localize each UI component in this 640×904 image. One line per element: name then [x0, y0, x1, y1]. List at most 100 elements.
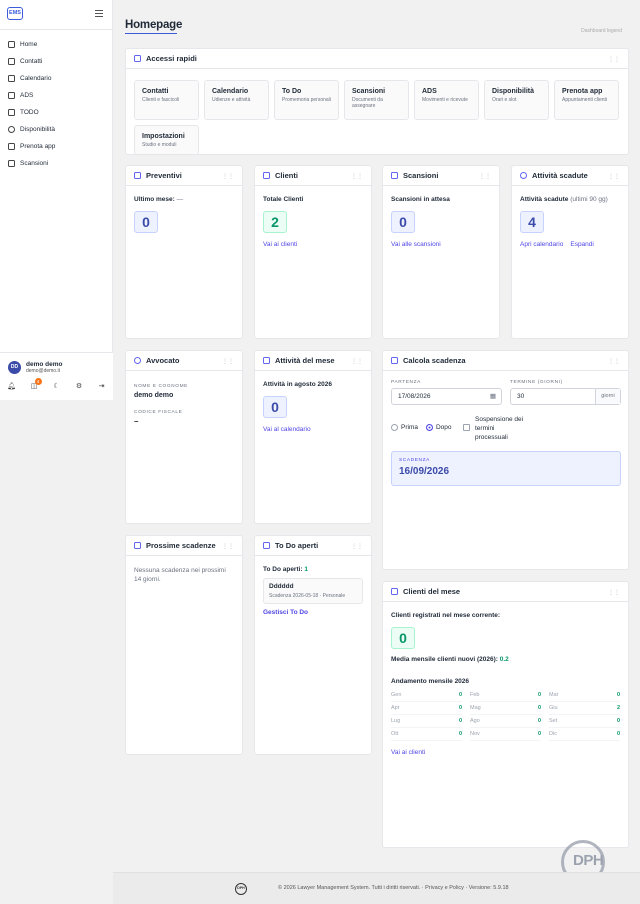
month-row: Set 0 — [549, 715, 620, 728]
apri-calendario-link[interactable]: Apri calendario — [520, 241, 563, 248]
termine-value: 30 — [517, 393, 525, 400]
menu-toggle-icon[interactable] — [95, 10, 103, 17]
quick-access-prenota-app[interactable]: Prenota app Appuntamenti clienti — [554, 80, 619, 120]
card-title: Accessi rapidi — [146, 54, 197, 63]
sidebar-item-scansioni[interactable]: Scansioni — [0, 155, 113, 172]
card-title: To Do aperti — [275, 541, 319, 550]
drag-handle-icon[interactable]: ⋮⋮ — [222, 543, 234, 550]
month-name: Set — [549, 718, 558, 724]
logout-icon[interactable]: ⇥ — [97, 381, 106, 390]
quick-access-todo[interactable]: To Do Promemoria personali — [274, 80, 339, 120]
card-title: Preventivi — [146, 171, 182, 180]
month-row: Ago 0 — [470, 715, 541, 728]
todo-item[interactable]: Dddddd Scadenza 2026-05-18 · Personale — [263, 578, 363, 604]
mail-icon — [8, 58, 15, 65]
sidebar-item-disponibilita[interactable]: Disponibilità — [0, 121, 113, 138]
month-name: Mag — [470, 705, 481, 711]
month-value: 0 — [537, 718, 541, 724]
calcola-scadenza-card: Calcola scadenza ⋮⋮ PARTENZA 17/08/2026 ▦ … — [382, 350, 629, 570]
label-suffix: — — [176, 196, 184, 203]
gear-icon[interactable]: ⚙ — [75, 381, 84, 390]
calendar-icon[interactable]: ▦ — [490, 389, 496, 404]
notifications-icon[interactable]: ◫ 4 — [30, 378, 42, 390]
card-label: Ultimo mese: — — [134, 196, 234, 203]
drag-handle-icon[interactable]: ⋮⋮ — [608, 173, 620, 180]
drag-handle-icon[interactable]: ⋮⋮ — [608, 358, 620, 365]
check-square-icon — [263, 542, 270, 549]
sidebar-item-todo[interactable]: TODO — [0, 104, 113, 121]
drag-handle-icon[interactable]: ⋮⋮ — [222, 358, 234, 365]
scansioni-card: Scansioni ⋮⋮ Scansioni in attesa 0 Vai al… — [382, 165, 500, 339]
quick-access-subtitle: Promemoria personali — [282, 97, 331, 103]
drag-handle-icon[interactable]: ⋮⋮ — [351, 543, 363, 550]
partenza-input[interactable]: 17/08/2026 ▦ — [391, 388, 502, 405]
sidebar-item-home[interactable]: Home — [0, 36, 113, 53]
drag-handle-icon[interactable]: ⋮⋮ — [351, 173, 363, 180]
espandi-link[interactable]: Espandi — [570, 241, 594, 248]
card-title: Attività del mese — [275, 356, 335, 365]
month-row: Mar 0 — [549, 689, 620, 702]
todo-card: To Do aperti ⋮⋮ To Do aperti: 1 Dddddd Sc… — [254, 535, 372, 755]
partenza-label: PARTENZA — [391, 380, 421, 385]
month-row: Gen 0 — [391, 689, 462, 702]
card-header: Accessi rapidi ⋮⋮ — [126, 49, 628, 69]
card-title: Calcola scadenza — [403, 356, 466, 365]
quick-access-title: Impostazioni — [142, 133, 185, 140]
radio-prima[interactable] — [391, 424, 398, 431]
document-icon — [134, 172, 141, 179]
card-title: Clienti del mese — [403, 587, 461, 596]
drag-handle-icon[interactable]: ⋮⋮ — [608, 589, 620, 596]
radio-prima-label: Prima — [401, 424, 418, 431]
vai-ai-clienti-link[interactable]: Vai ai clienti — [263, 241, 297, 248]
drag-handle-icon[interactable]: ⋮⋮ — [608, 56, 620, 63]
sidebar-item-ads[interactable]: ADS — [0, 87, 113, 104]
quick-access-subtitle: Movimenti e ricevute — [422, 97, 468, 103]
quick-access-calendario[interactable]: Calendario Udienze e attività — [204, 80, 269, 120]
bell-icon[interactable]: 🔔︎ — [7, 381, 16, 390]
quick-access-impostazioni[interactable]: Impostazioni Studio e moduli — [134, 125, 199, 155]
month-value: 0 — [458, 705, 462, 711]
sidebar-item-prenota-app[interactable]: Prenota app — [0, 138, 113, 155]
user-toolbar: 🔔︎ ◫ 4 ☾ ⚙ ⇥ — [4, 378, 109, 390]
scadenza-value: 16/09/2026 — [399, 466, 450, 477]
moon-icon[interactable]: ☾ — [52, 381, 61, 390]
label-text: Attività scadute — [520, 196, 569, 203]
month-value: 0 — [616, 718, 620, 724]
attivita-mese-card: Attività del mese ⋮⋮ Attività in agosto 2… — [254, 350, 372, 524]
quick-access-scansioni[interactable]: Scansioni Documenti da assegnare — [344, 80, 409, 120]
calculator-icon — [391, 357, 398, 364]
sidebar-item-contatti[interactable]: Contatti — [0, 53, 113, 70]
radio-dopo[interactable] — [425, 424, 433, 431]
sospensione-checkbox-row: Sospensione dei termini processuali — [463, 415, 528, 442]
quick-access-ads[interactable]: ADS Movimenti e ricevute — [414, 80, 479, 120]
drag-handle-icon[interactable]: ⋮⋮ — [479, 173, 491, 180]
users-icon — [263, 172, 270, 179]
direction-radios: Prima Dopo — [391, 424, 460, 431]
month-name: Apr — [391, 705, 400, 711]
drag-handle-icon[interactable]: ⋮⋮ — [222, 173, 234, 180]
sospensione-checkbox[interactable] — [463, 424, 470, 431]
avatar[interactable]: DD — [8, 361, 21, 374]
user-email: demo@demo.it — [26, 368, 60, 374]
sidebar: EMS Home Contatti Calendario ADS TODO Di… — [0, 0, 113, 400]
month-value: 0 — [458, 692, 462, 698]
quick-access-contatti[interactable]: Contatti Clienti e fascicoli — [134, 80, 199, 120]
todo-count: 1 — [304, 566, 309, 573]
vai-al-calendario-link[interactable]: Vai al calendario — [263, 426, 311, 433]
footer: DPH © 2026 Lawyer Management System. Tut… — [113, 872, 640, 904]
quick-access-disponibilita[interactable]: Disponibilità Orari e slot — [484, 80, 549, 120]
month-row: Lug 0 — [391, 715, 462, 728]
card-title: Scansioni — [403, 171, 439, 180]
gestisci-todo-link[interactable]: Gestisci To Do — [263, 609, 308, 616]
quick-access-subtitle: Appuntamenti clienti — [562, 97, 608, 103]
card-header: Scansioni ⋮⋮ — [383, 166, 499, 186]
drag-handle-icon[interactable]: ⋮⋮ — [351, 358, 363, 365]
app-logo[interactable]: EMS — [7, 7, 23, 20]
card-label: Totale Clienti — [263, 196, 304, 203]
footer-text: © 2026 Lawyer Management System. Tutti i… — [278, 885, 509, 891]
clienti-card: Clienti ⋮⋮ Totale Clienti 2 Vai ai client… — [254, 165, 372, 339]
vai-ai-clienti-link[interactable]: Vai ai clienti — [391, 749, 425, 756]
termine-input[interactable]: 30 giorni — [510, 388, 621, 405]
vai-alle-scansioni-link[interactable]: Vai alle scansioni — [391, 241, 441, 248]
sidebar-item-calendario[interactable]: Calendario — [0, 70, 113, 87]
